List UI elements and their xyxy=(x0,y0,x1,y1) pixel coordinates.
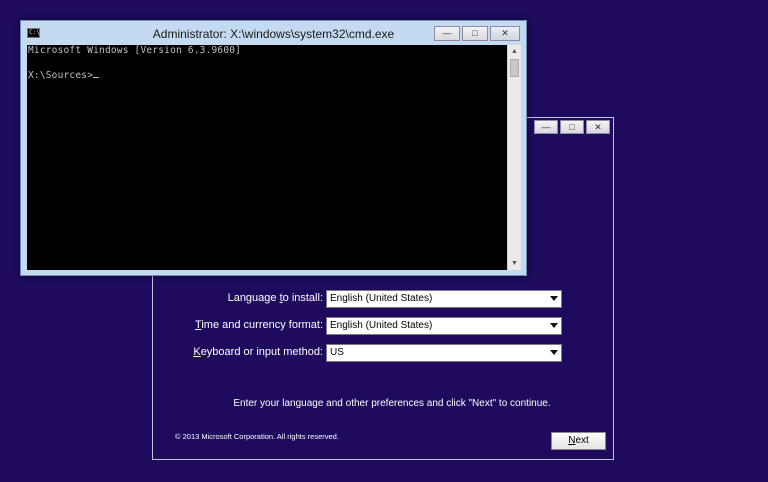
chevron-down-icon xyxy=(550,350,558,355)
time-currency-row: Time and currency format: English (Unite… xyxy=(153,317,613,335)
setup-hint-text: Enter your language and other preference… xyxy=(233,398,551,409)
keyboard-label: Keyboard or input method: xyxy=(193,346,323,358)
keyboard-select-value: US xyxy=(330,347,344,358)
cmd-minimize-button[interactable]: ― xyxy=(434,26,460,41)
time-currency-select[interactable]: English (United States) xyxy=(326,317,562,335)
console-prompt-line: X:\Sources> xyxy=(28,70,100,81)
close-icon: ✕ xyxy=(501,28,509,38)
language-select[interactable]: English (United States) xyxy=(326,290,562,308)
language-select-value: English (United States) xyxy=(330,293,433,304)
cmd-close-button[interactable]: ✕ xyxy=(490,26,520,41)
cmd-titlebar[interactable]: C:\ Administrator: X:\windows\system32\c… xyxy=(21,21,526,45)
scroll-up-button[interactable]: ▲ xyxy=(508,45,521,58)
keyboard-select[interactable]: US xyxy=(326,344,562,362)
chevron-down-icon: ▼ xyxy=(511,260,518,267)
chevron-up-icon: ▲ xyxy=(511,48,518,55)
maximize-icon: □ xyxy=(472,28,478,38)
vertical-scrollbar[interactable]: ▲ ▼ xyxy=(507,45,521,270)
text-cursor xyxy=(93,77,100,78)
console-output[interactable]: Microsoft Windows [Version 6.3.9600] X:\… xyxy=(27,45,507,270)
minimize-icon: ― xyxy=(442,28,452,38)
console-line: Microsoft Windows [Version 6.3.9600] xyxy=(28,45,242,56)
language-label: Language to install: xyxy=(227,292,323,304)
time-currency-select-value: English (United States) xyxy=(330,320,433,331)
console-prompt: X:\Sources> xyxy=(28,70,94,81)
time-currency-label: Time and currency format: xyxy=(195,319,323,331)
language-row: Language to install: English (United Sta… xyxy=(153,290,613,308)
cmd-window: C:\ Administrator: X:\windows\system32\c… xyxy=(20,20,527,276)
scroll-thumb[interactable] xyxy=(510,59,519,77)
next-button[interactable]: Next xyxy=(551,432,606,450)
cmd-maximize-button[interactable]: □ xyxy=(462,26,488,41)
chevron-down-icon xyxy=(550,323,558,328)
copyright-text: © 2013 Microsoft Corporation. All rights… xyxy=(175,432,339,441)
cmd-caption-buttons: ― □ ✕ xyxy=(434,26,520,41)
next-button-label: ext xyxy=(575,435,589,446)
chevron-down-icon xyxy=(550,296,558,301)
scroll-down-button[interactable]: ▼ xyxy=(508,257,521,270)
keyboard-row: Keyboard or input method: US xyxy=(153,344,613,362)
